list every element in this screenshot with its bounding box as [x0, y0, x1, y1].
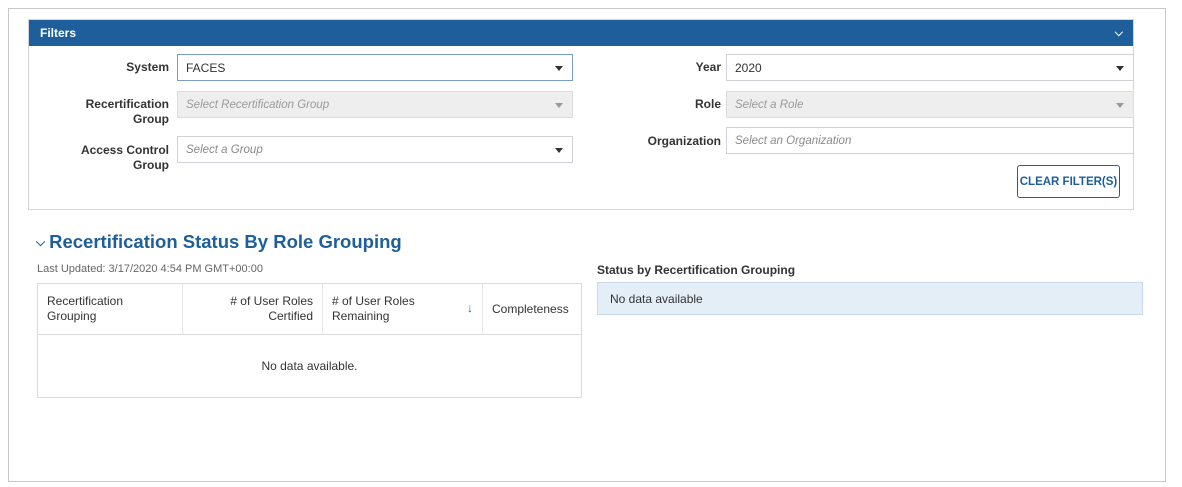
column-header-grouping[interactable]: Recertification Grouping: [38, 284, 183, 334]
section-title-text: Recertification Status By Role Grouping: [49, 231, 402, 252]
clear-filters-button[interactable]: CLEAR FILTER(S): [1017, 165, 1120, 198]
grid-empty-message: No data available.: [261, 359, 358, 373]
column-header-certified[interactable]: # of User Roles Certified: [183, 284, 323, 334]
caret-down-icon: [555, 66, 563, 71]
system-label: System: [126, 60, 169, 74]
filters-header[interactable]: Filters ⌵: [29, 20, 1133, 46]
filters-title: Filters: [40, 26, 77, 40]
role-select[interactable]: Select a Role: [726, 91, 1134, 118]
status-empty-message: No data available: [597, 282, 1143, 315]
year-value: 2020: [735, 60, 762, 75]
chevron-down-icon[interactable]: ⌵: [1115, 27, 1123, 39]
recert-group-select[interactable]: Select Recertification Group: [177, 91, 573, 118]
year-label: Year: [695, 60, 721, 74]
access-group-select[interactable]: Select a Group: [177, 136, 573, 163]
organization-label: Organization: [647, 134, 721, 148]
column-header-completeness[interactable]: Completeness: [483, 284, 581, 334]
caret-down-icon: [555, 103, 563, 108]
last-updated: Last Updated: 3/17/2020 4:54 PM GMT+00:0…: [37, 263, 263, 275]
recert-group-label: Recertification Group: [85, 97, 169, 126]
access-group-placeholder: Select a Group: [186, 143, 263, 156]
system-select[interactable]: FACES: [177, 54, 573, 81]
caret-down-icon: [555, 148, 563, 153]
filters-panel: Filters ⌵ System FACES Recertification G…: [28, 19, 1134, 210]
role-grouping-grid: Recertification Grouping # of User Roles…: [37, 283, 582, 398]
organization-select[interactable]: Select an Organization: [726, 127, 1134, 154]
column-header-remaining[interactable]: # of User Roles Remaining ↓: [323, 284, 483, 334]
recert-group-placeholder: Select Recertification Group: [186, 98, 330, 111]
year-select[interactable]: 2020: [726, 54, 1134, 81]
sort-down-icon[interactable]: ↓: [467, 294, 473, 334]
access-group-label: Access Control Group: [80, 143, 169, 172]
chevron-down-icon[interactable]: ⌵: [36, 235, 45, 250]
system-value: FACES: [186, 60, 226, 75]
column-header-remaining-label: # of User Roles Remaining: [332, 294, 415, 323]
caret-down-icon: [1116, 103, 1124, 108]
organization-placeholder: Select an Organization: [735, 134, 852, 147]
section-title[interactable]: ⌵ Recertification Status By Role Groupin…: [36, 231, 402, 253]
status-title: Status by Recertification Grouping: [597, 263, 796, 277]
caret-down-icon: [1116, 66, 1124, 71]
grid-header: Recertification Grouping # of User Roles…: [38, 284, 581, 335]
role-placeholder: Select a Role: [735, 98, 804, 111]
role-label: Role: [694, 97, 721, 111]
